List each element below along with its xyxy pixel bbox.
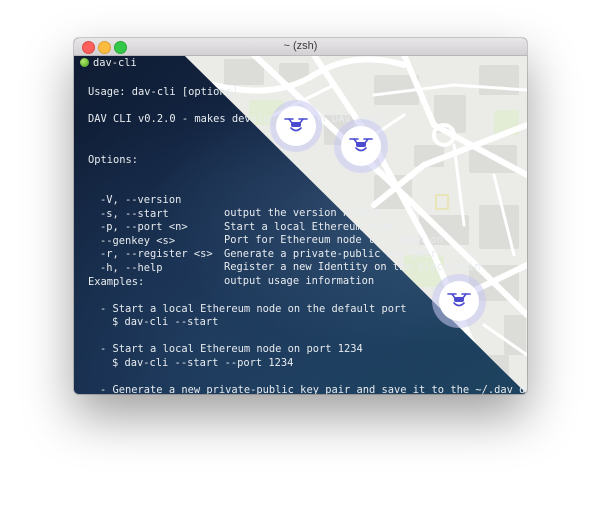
prompt-line: dav-cli xyxy=(80,56,137,70)
terminal-content[interactable]: dav-cli Usage: dav-cli [options] DAV CLI… xyxy=(74,55,527,394)
prompt-text: dav-cli xyxy=(93,57,137,69)
option-desc: Port for Ethereum node to listen on xyxy=(224,234,443,246)
drone-icon[interactable] xyxy=(269,99,323,157)
example-text: - Start a local Ethereum node on the def… xyxy=(100,303,407,315)
example-text: - Start a local Ethereum node on port 12… xyxy=(100,343,363,355)
option-desc: Start a local Ethereum node xyxy=(224,221,393,233)
example-command: $ dav-cli --start --port 1234 xyxy=(112,357,294,369)
options-header: Options: xyxy=(88,154,139,166)
example-command: $ dav-cli --start xyxy=(112,316,219,328)
examples-header: Examples: xyxy=(88,276,145,288)
option-row: -h, --help output usage information xyxy=(100,249,374,287)
option-row: -p, --port <n> Port for Ethereum node to… xyxy=(100,208,443,246)
option-desc: output usage information xyxy=(224,275,375,287)
option-desc: Generate a private-public key pair xyxy=(224,248,437,260)
window-title: ~ (zsh) xyxy=(283,40,318,52)
option-row: -V, --version output the version number xyxy=(100,181,380,219)
terminal-window: ~ (zsh) dav-cli Usage: dav-cli [options]… xyxy=(74,38,527,394)
option-desc: output the version number xyxy=(224,207,381,219)
example-text: - Generate a new private-public key pair… xyxy=(100,384,527,394)
drone-icon[interactable] xyxy=(431,273,487,333)
option-row: -s, --start Start a local Ethereum node xyxy=(100,195,393,233)
apple-icon xyxy=(80,58,89,67)
option-flag: -h, --help xyxy=(100,262,163,274)
title-bar: ~ (zsh) xyxy=(74,38,527,56)
usage-line: Usage: dav-cli [options] xyxy=(88,86,239,98)
option-row: -r, --register <s> Register a new Identi… xyxy=(100,235,480,273)
option-row: --genkey <s> Generate a private-public k… xyxy=(100,222,437,260)
drone-icon[interactable] xyxy=(333,118,389,178)
